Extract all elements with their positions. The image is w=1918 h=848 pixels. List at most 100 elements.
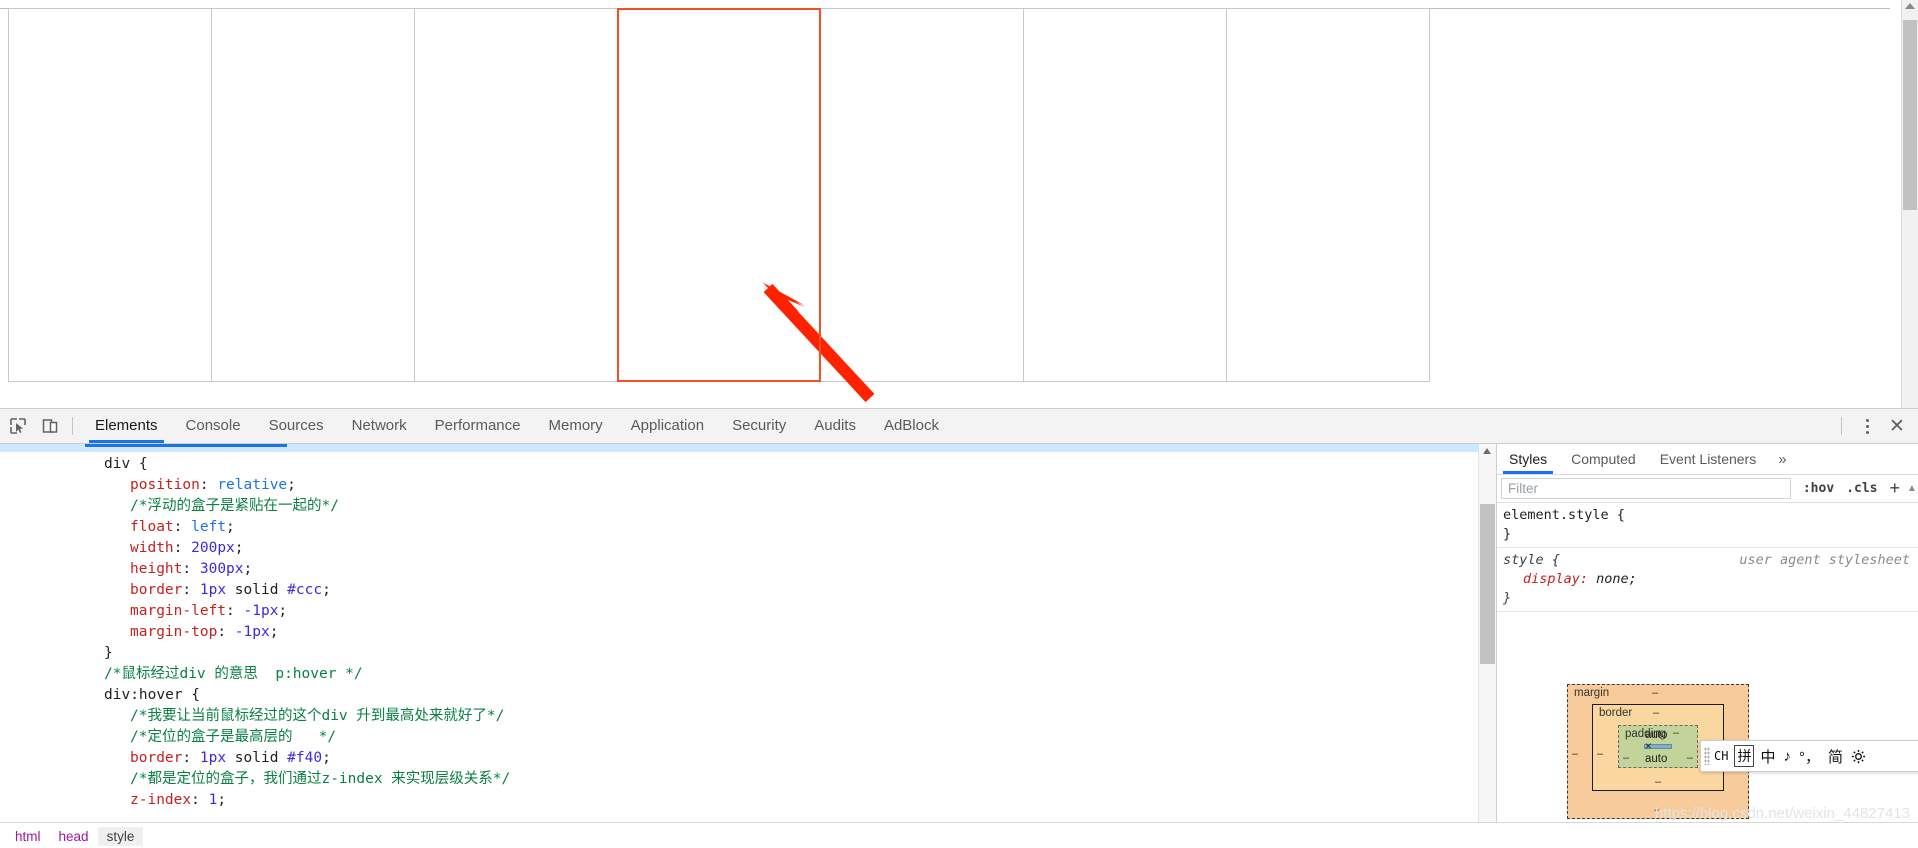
styles-more-tabs-icon[interactable]: » — [1768, 451, 1796, 468]
style-rule-close: } — [1503, 590, 1512, 606]
code-token-num: -1px — [243, 603, 279, 619]
float-box-5[interactable] — [820, 8, 1024, 382]
css-code-block[interactable]: div {position: relative; /*浮动的盒子是紧贴在一起的*/… — [0, 454, 1478, 848]
code-line[interactable]: div { — [0, 454, 1478, 475]
close-icon[interactable]: ✕ — [1884, 414, 1910, 438]
code-line[interactable]: height: 300px; — [0, 559, 1478, 580]
breadcrumb-item-html[interactable]: html — [6, 827, 50, 846]
devtools-tab-console[interactable]: Console — [172, 409, 255, 443]
code-line[interactable]: } — [0, 643, 1478, 664]
devtools-tab-security[interactable]: Security — [718, 409, 800, 443]
code-line[interactable]: /*定位的盒子是最高层的 */ — [0, 727, 1478, 748]
padding-top-value[interactable]: – — [1673, 727, 1679, 739]
code-line[interactable]: margin-left: -1px; — [0, 601, 1478, 622]
devtools-tab-memory[interactable]: Memory — [535, 409, 617, 443]
margin-top-value[interactable]: – — [1652, 687, 1658, 699]
code-line[interactable]: div:hover { — [0, 685, 1478, 706]
ime-simplified-button[interactable]: 简 — [1824, 746, 1847, 767]
code-token-prop: float — [130, 519, 174, 535]
float-box-3[interactable] — [414, 8, 618, 382]
styles-scroll-up-icon[interactable]: ▲ — [1906, 483, 1918, 494]
new-style-rule-button[interactable]: + — [1883, 478, 1906, 499]
style-rule[interactable]: style {user agent stylesheet display: non… — [1497, 548, 1918, 612]
devtools-tab-performance[interactable]: Performance — [421, 409, 535, 443]
hov-toggle-button[interactable]: :hov — [1797, 481, 1840, 496]
toolbar-divider — [72, 417, 73, 435]
ime-fullwidth-button[interactable]: 中 — [1756, 746, 1779, 767]
breadcrumb: html head style — [0, 822, 1918, 848]
style-rule-source[interactable]: user agent stylesheet — [1739, 551, 1910, 570]
style-rule-close: } — [1503, 526, 1512, 542]
code-line[interactable]: /*浮动的盒子是紧贴在一起的*/ — [0, 496, 1478, 517]
box-model-padding[interactable]: padding – – – auto × auto — [1618, 725, 1698, 768]
code-line[interactable]: width: 200px; — [0, 538, 1478, 559]
device-toolbar-icon[interactable] — [36, 412, 64, 440]
float-box-1[interactable] — [8, 8, 212, 382]
box-model-content[interactable]: auto × auto — [1644, 729, 1672, 765]
code-line[interactable]: /*鼠标经过div 的意思 p:hover */ — [0, 664, 1478, 685]
border-bottom-value[interactable]: – — [1655, 776, 1661, 788]
ime-punctuation-button[interactable]: ♪ — [1779, 748, 1795, 765]
devtools-tab-adblock[interactable]: AdBlock — [870, 409, 953, 443]
style-declaration-value[interactable]: none; — [1596, 571, 1637, 587]
devtools-tab-elements[interactable]: Elements — [81, 409, 172, 443]
breadcrumb-item-head[interactable]: head — [50, 827, 98, 846]
code-token-cmt: /*都是定位的盒子，我们通过z-index 来实现层级关系*/ — [130, 771, 511, 787]
code-line[interactable]: /*都是定位的盒子，我们通过z-index 来实现层级关系*/ — [0, 769, 1478, 790]
code-line[interactable]: z-index: 1; — [0, 790, 1478, 811]
breadcrumb-item-style[interactable]: style — [97, 826, 144, 846]
border-left-value[interactable]: – — [1597, 748, 1603, 760]
float-box-2[interactable] — [211, 8, 415, 382]
cls-toggle-button[interactable]: .cls — [1840, 481, 1883, 496]
code-scroll-up-icon[interactable] — [1483, 448, 1491, 454]
code-line[interactable]: float: left; — [0, 517, 1478, 538]
devtools-tab-network[interactable]: Network — [338, 409, 421, 443]
ime-input-mode-button[interactable]: 拼 — [1734, 745, 1755, 767]
inspect-element-icon[interactable] — [4, 412, 32, 440]
styles-tab-styles[interactable]: Styles — [1497, 444, 1559, 474]
code-token-cmt: /*鼠标经过div 的意思 p:hover */ — [104, 666, 363, 682]
gear-icon[interactable] — [1847, 749, 1870, 764]
code-line[interactable]: /*我要让当前鼠标经过的这个div 升到最高处来就好了*/ — [0, 706, 1478, 727]
ime-language-button[interactable]: CH — [1710, 749, 1732, 763]
ime-menu-icon[interactable]: ▾ — [1913, 753, 1918, 759]
more-options-icon[interactable] — [1856, 414, 1878, 438]
padding-left-value[interactable]: – — [1623, 752, 1629, 764]
style-declaration-property[interactable]: display: — [1523, 571, 1588, 587]
float-box-7[interactable] — [1226, 8, 1430, 382]
styles-filter-input[interactable]: Filter — [1501, 478, 1791, 499]
devtools-tab-sources[interactable]: Sources — [255, 409, 338, 443]
style-rule-selector[interactable]: element.style { — [1503, 506, 1918, 525]
scroll-up-arrow-icon[interactable] — [1905, 3, 1915, 9]
float-box-4[interactable] — [617, 8, 821, 382]
code-line[interactable]: margin-top: -1px; — [0, 622, 1478, 643]
styles-tab-computed[interactable]: Computed — [1559, 444, 1648, 474]
devtools-toolbar: Elements Console Sources Network Performance… — [0, 409, 1918, 444]
code-token-cmt: /*浮动的盒子是紧贴在一起的*/ — [130, 498, 339, 514]
code-token-pun: ; — [269, 624, 279, 640]
ime-symbol-button[interactable]: °， — [1795, 746, 1824, 767]
scrollbar-thumb[interactable] — [1903, 20, 1917, 210]
devtools-toolbar-right: ✕ — [1833, 414, 1918, 438]
code-scrollbar-thumb[interactable] — [1480, 504, 1495, 664]
code-token-pun: } — [104, 645, 113, 661]
code-line[interactable]: border: 1px solid #f40; — [0, 748, 1478, 769]
margin-left-value[interactable]: – — [1572, 748, 1578, 760]
code-token-num: -1px — [234, 624, 270, 640]
style-rule[interactable]: element.style {} — [1497, 503, 1918, 548]
ime-toolbar[interactable]: CH 拼 中 ♪ °， 简 ▾ — [1700, 740, 1918, 772]
devtools-tab-application[interactable]: Application — [617, 409, 718, 443]
style-declaration[interactable]: display: none; — [1503, 570, 1918, 589]
padding-right-value[interactable]: – — [1687, 752, 1693, 764]
code-scrollbar[interactable] — [1478, 444, 1496, 848]
devtools-tab-audits[interactable]: Audits — [800, 409, 870, 443]
page-scrollbar[interactable] — [1901, 0, 1918, 408]
float-box-6[interactable] — [1023, 8, 1227, 382]
style-source-pane: div {position: relative; /*浮动的盒子是紧贴在一起的*/… — [0, 444, 1497, 848]
code-line[interactable]: position: relative; — [0, 475, 1478, 496]
code-line[interactable]: border: 1px solid #ccc; — [0, 580, 1478, 601]
styles-tab-event-listeners[interactable]: Event Listeners — [1648, 444, 1769, 474]
border-top-value[interactable]: – — [1653, 707, 1659, 719]
code-token-pun: ; — [243, 561, 253, 577]
watermark-text: https://blog.csdn.net/weixin_44827413 — [1654, 805, 1910, 822]
